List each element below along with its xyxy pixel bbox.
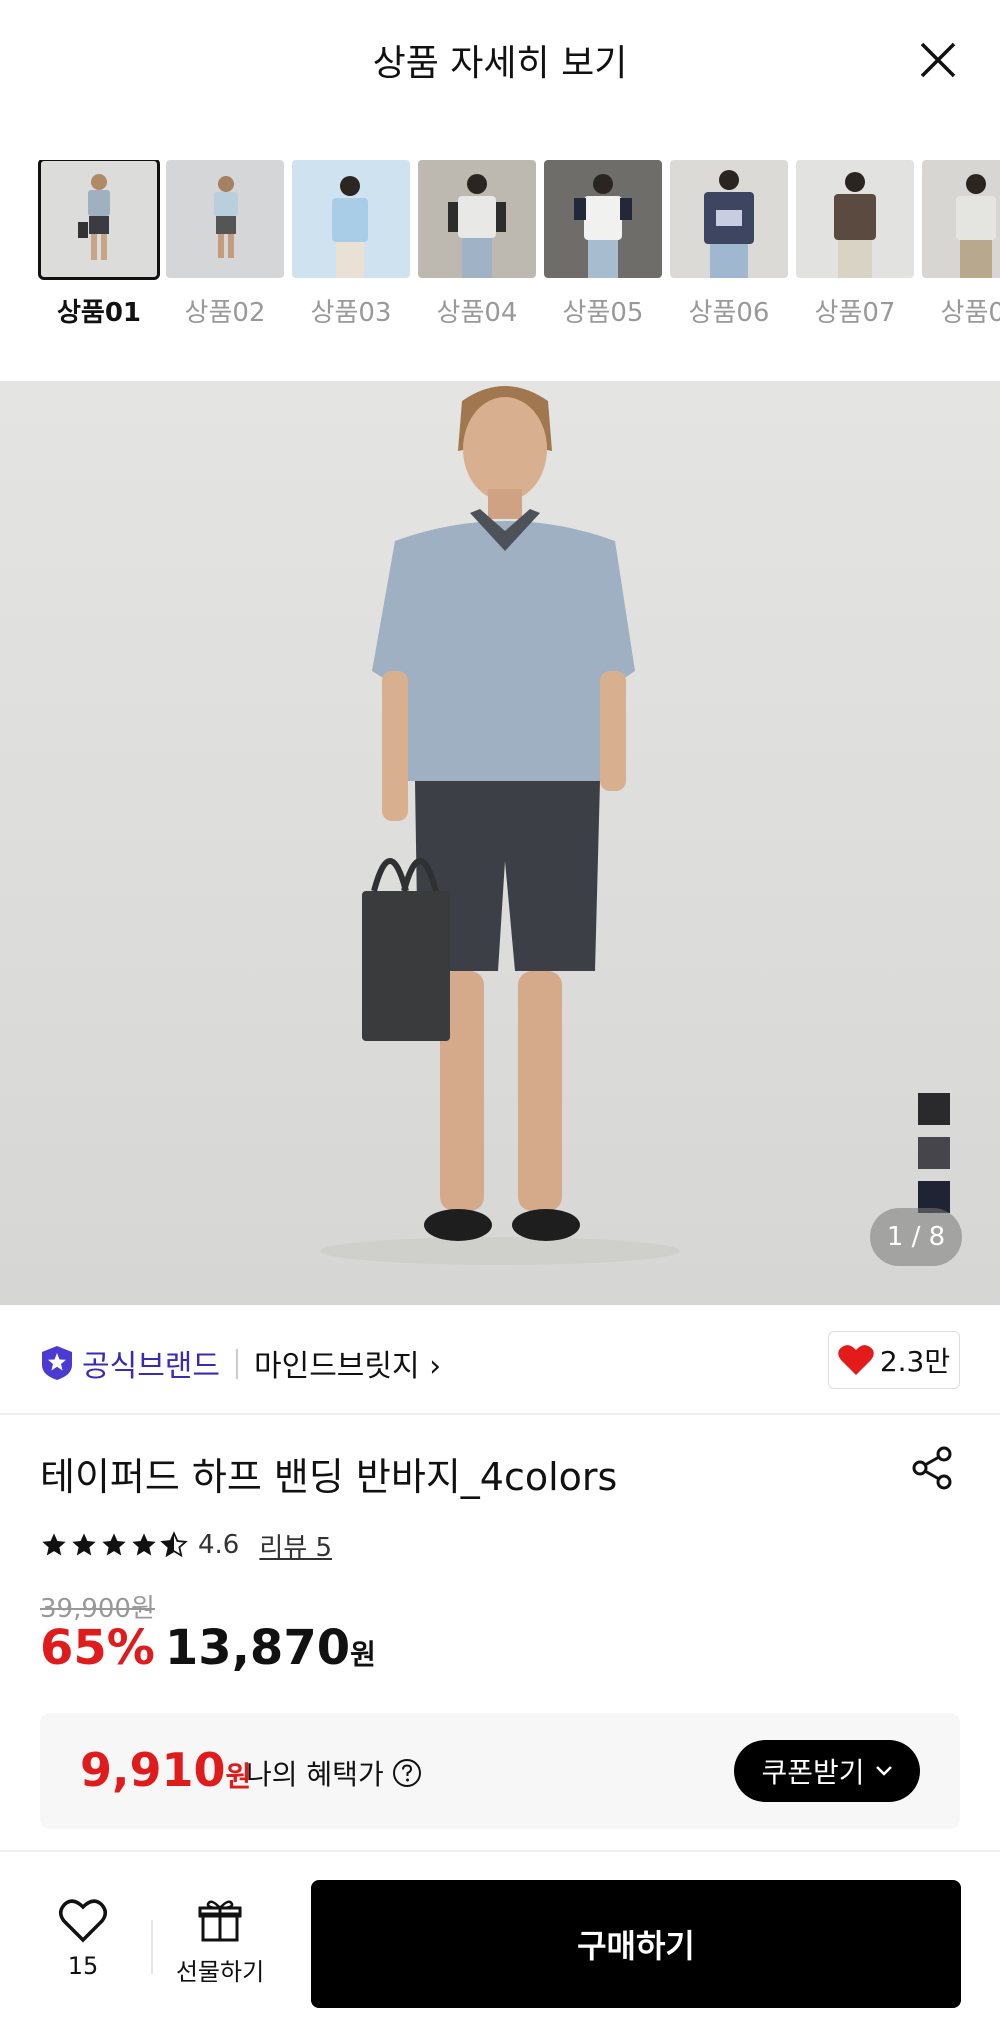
- discount-rate: 65%: [40, 1620, 155, 1676]
- buy-button[interactable]: 구매하기: [311, 1880, 961, 2008]
- thumbnail-01[interactable]: 상품01: [38, 160, 160, 329]
- star-icon: [72, 1533, 96, 1556]
- benefit-label: 나의 혜택가: [246, 1753, 422, 1793]
- official-brand-label: 공식브랜드: [82, 1349, 220, 1384]
- thumbnail-image: [796, 160, 914, 278]
- rating-stars: [40, 1531, 188, 1559]
- thumbnail-image: [38, 160, 160, 280]
- thumbnail-05[interactable]: 상품05: [544, 160, 662, 329]
- share-icon: [912, 1446, 952, 1490]
- thumbnail-label: 상품01: [56, 298, 142, 328]
- thumbnail-strip: 상품01 상품02 상품03 상품04 상품05 상품06 상품07 상품0: [0, 160, 1000, 340]
- benefit-price-value: 9,910: [80, 1743, 226, 1797]
- currency-unit: 원: [350, 1638, 376, 1671]
- thumbnail-label: 상품05: [562, 298, 644, 328]
- thumbnail-08[interactable]: 상품08: [922, 160, 1000, 329]
- thumbnail-label: 상품06: [688, 298, 770, 328]
- coupon-button[interactable]: 쿠폰받기: [734, 1740, 920, 1802]
- close-icon: [920, 42, 956, 78]
- bottom-action-bar: 15 선물하기 구매하기: [0, 1850, 1000, 2037]
- close-button[interactable]: [916, 38, 960, 82]
- star-icon: [102, 1533, 126, 1556]
- price-row: 65% 13,870 원: [40, 1620, 376, 1676]
- gift-icon: [198, 1900, 242, 1942]
- thumbnail-06[interactable]: 상품06: [670, 160, 788, 329]
- color-swatches: [918, 1093, 950, 1225]
- gift-button[interactable]: 선물하기: [170, 1898, 270, 1987]
- coupon-button-label: 쿠폰받기: [761, 1756, 865, 1789]
- official-brand-badge: 공식브랜드: [40, 1341, 220, 1385]
- thumbnail-label: 상품08: [940, 298, 1000, 328]
- brand-row: 공식브랜드 마인드브릿지 › 2.3만: [0, 1305, 1000, 1415]
- help-icon[interactable]: [392, 1758, 422, 1788]
- brand-like-button[interactable]: 2.3만: [828, 1331, 960, 1389]
- star-icon: [132, 1533, 156, 1556]
- thumbnail-label: 상품07: [814, 298, 896, 328]
- header: 상품 자세히 보기: [0, 0, 1000, 120]
- review-link[interactable]: 리뷰 5: [259, 1527, 332, 1564]
- thumbnail-03[interactable]: 상품03: [292, 160, 410, 329]
- thumbnail-image: [544, 160, 662, 278]
- color-swatch[interactable]: [918, 1093, 950, 1125]
- benefit-price: 9,910 원: [80, 1743, 251, 1797]
- thumbnail-04[interactable]: 상품04: [418, 160, 536, 329]
- star-icon: [42, 1533, 66, 1556]
- brand-name-link[interactable]: 마인드브릿지 ›: [254, 1341, 441, 1385]
- sale-price: 13,870: [164, 1620, 351, 1676]
- thumbnail-image: [670, 160, 788, 278]
- official-star-icon: [42, 1346, 72, 1380]
- heart-outline-icon: [59, 1899, 107, 1943]
- rating-row: 4.6 리뷰 5: [40, 1525, 332, 1565]
- benefit-price-box: 9,910 원 나의 혜택가 쿠폰받기: [40, 1713, 960, 1829]
- heart-filled-icon: [838, 1345, 874, 1375]
- thumbnail-image: [166, 160, 284, 278]
- star-half-icon: [160, 1531, 188, 1558]
- divider: [236, 1349, 238, 1379]
- thumbnail-image: [292, 160, 410, 278]
- thumbnail-image: [922, 160, 1000, 278]
- wishlist-count: 15: [67, 1952, 99, 1980]
- product-main-image[interactable]: [0, 381, 1000, 1305]
- thumbnail-02[interactable]: 상품02: [166, 160, 284, 329]
- image-counter: 1 / 8: [870, 1208, 962, 1266]
- gift-label: 선물하기: [175, 1958, 265, 1986]
- thumbnail-label: 상품04: [436, 298, 518, 328]
- product-title: 테이퍼드 하프 밴딩 반바지_4colors: [40, 1455, 618, 1499]
- divider: [151, 1920, 153, 1974]
- brand-like-count: 2.3만: [879, 1345, 951, 1378]
- wishlist-button[interactable]: 15: [50, 1898, 116, 1980]
- chevron-down-icon: [875, 1766, 892, 1776]
- thumbnail-label: 상품02: [184, 298, 266, 328]
- page-title: 상품 자세히 보기: [372, 43, 628, 84]
- color-swatch[interactable]: [918, 1137, 950, 1169]
- rating-value: 4.6: [198, 1530, 240, 1560]
- thumbnail-label: 상품03: [310, 298, 392, 328]
- share-button[interactable]: [908, 1444, 956, 1492]
- thumbnail-image: [418, 160, 536, 278]
- benefit-label-text: 나의 혜택가: [246, 1758, 384, 1791]
- thumbnail-07[interactable]: 상품07: [796, 160, 914, 329]
